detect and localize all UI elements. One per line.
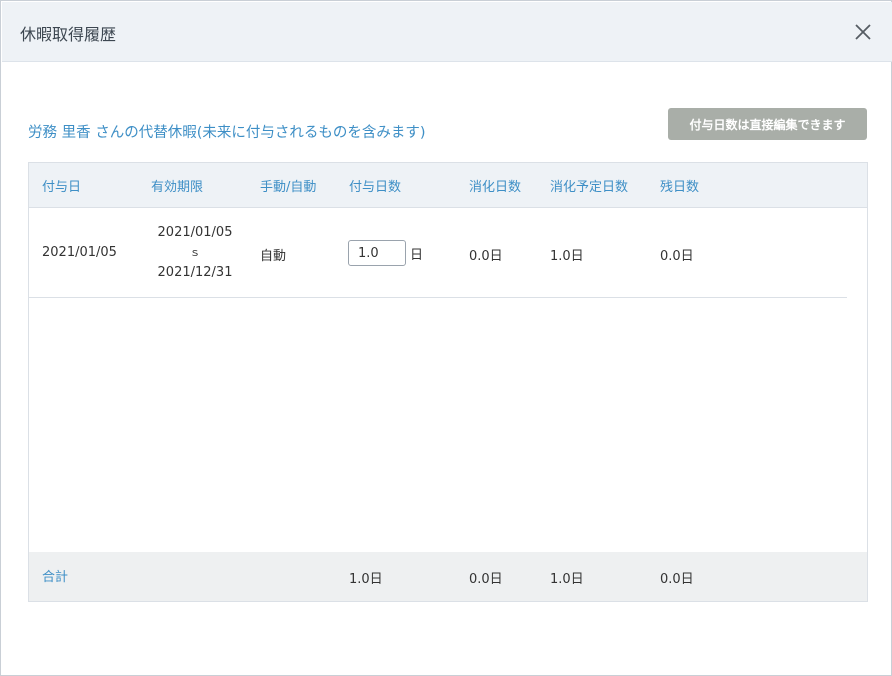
granted-days-input[interactable] <box>348 240 406 266</box>
leave-grant-table: 付与日 有効期限 手動/自動 付与日数 消化日数 消化予定日数 残日数 2021… <box>28 162 868 602</box>
header-expiry: 有効期限 <box>151 180 204 195</box>
total-remaining: 0.0日 <box>660 572 694 587</box>
header-grant-date: 付与日 <box>42 180 82 195</box>
dialog-header: 休暇取得履歴 <box>2 2 892 62</box>
editable-days-button[interactable]: 付与日数は直接編集できます <box>668 108 867 140</box>
granted-days-unit: 日 <box>410 248 424 263</box>
expiry-period-cell: 2021/01/05 ｓ 2021/12/31 <box>145 222 245 283</box>
close-button[interactable] <box>848 17 878 47</box>
total-used: 0.0日 <box>469 572 503 587</box>
table-row: 2021/01/05 2021/01/05 ｓ 2021/12/31 自動 日 … <box>29 208 847 298</box>
dialog-title: 休暇取得履歴 <box>20 25 117 44</box>
grant-date-cell: 2021/01/05 <box>42 245 117 260</box>
header-used-days: 消化日数 <box>469 180 522 195</box>
leave-history-dialog: 休暇取得履歴 労務 里香 さんの代替休暇(未来に付与されるものを含みます) 付与… <box>0 0 892 676</box>
mode-cell: 自動 <box>260 249 287 264</box>
header-remaining-days: 残日数 <box>660 180 700 195</box>
period-separator: ｓ <box>189 246 201 259</box>
used-days-cell: 0.0日 <box>469 249 503 264</box>
header-mode: 手動/自動 <box>260 180 317 195</box>
table-header: 付与日 有効期限 手動/自動 付与日数 消化日数 消化予定日数 残日数 <box>29 163 867 208</box>
period-start: 2021/01/05 <box>157 225 233 240</box>
header-scheduled-days: 消化予定日数 <box>550 180 629 195</box>
scheduled-days-cell: 1.0日 <box>550 249 584 264</box>
close-icon <box>855 24 871 40</box>
table-footer: 合計 1.0日 0.0日 1.0日 0.0日 <box>29 552 867 601</box>
total-label: 合計 <box>42 570 69 585</box>
employee-leave-subtitle: 労務 里香 さんの代替休暇(未来に付与されるものを含みます) <box>28 125 426 141</box>
remaining-days-cell: 0.0日 <box>660 249 694 264</box>
period-end: 2021/12/31 <box>157 265 233 280</box>
total-scheduled: 1.0日 <box>550 572 584 587</box>
header-granted-days: 付与日数 <box>349 180 402 195</box>
total-granted: 1.0日 <box>349 572 383 587</box>
